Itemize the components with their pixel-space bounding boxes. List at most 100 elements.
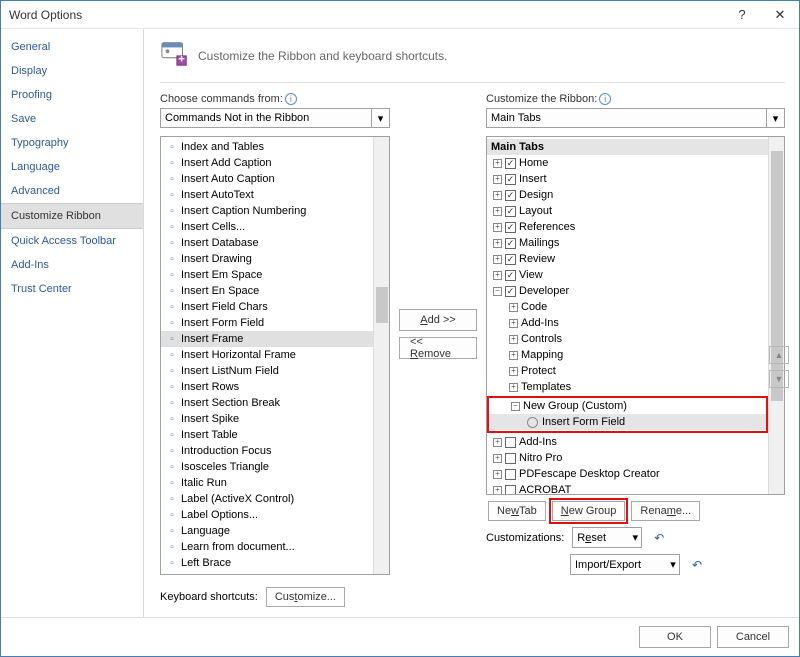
- command-item[interactable]: ▫Insert Auto Caption: [161, 171, 373, 187]
- sidebar-item-customize-ribbon[interactable]: Customize Ribbon: [1, 203, 143, 229]
- sidebar-item-quick-access-toolbar[interactable]: Quick Access Toolbar: [1, 229, 143, 253]
- ribbon-column: Customize the Ribbon:i Main Tabs ▾ Main …: [486, 93, 785, 575]
- remove-button[interactable]: << Remove: [399, 337, 477, 359]
- command-item[interactable]: ▫Isosceles Triangle: [161, 459, 373, 475]
- command-label: Insert ListNum Field: [181, 365, 279, 377]
- undo-icon[interactable]: ↶: [692, 558, 702, 572]
- command-item[interactable]: ▫Insert Field Chars: [161, 299, 373, 315]
- tree-header[interactable]: Main Tabs: [487, 139, 768, 155]
- keyboard-shortcuts-row: Keyboard shortcuts: Customize...: [160, 587, 785, 607]
- command-item[interactable]: ▫Label Options...: [161, 507, 373, 523]
- choose-commands-combo[interactable]: Commands Not in the Ribbon ▾: [160, 108, 390, 128]
- command-icon: ▫: [163, 174, 181, 185]
- command-item[interactable]: ▫Insert En Space: [161, 283, 373, 299]
- tree-tab[interactable]: +PDFescape Desktop Creator: [487, 466, 768, 482]
- command-item[interactable]: ▫Insert Section Break: [161, 395, 373, 411]
- customize-shortcuts-button[interactable]: Customize...: [266, 587, 345, 607]
- new-group-button[interactable]: New Group: [552, 501, 626, 521]
- tree-tab[interactable]: +✓Home: [487, 155, 768, 171]
- command-item[interactable]: ▫Insert AutoText: [161, 187, 373, 203]
- scrollbar[interactable]: [768, 137, 784, 494]
- command-item[interactable]: ▫Index and Tables: [161, 139, 373, 155]
- command-label: Isosceles Triangle: [181, 461, 269, 473]
- tree-group[interactable]: +Controls: [487, 331, 768, 347]
- command-item[interactable]: ▫Insert Rows: [161, 379, 373, 395]
- command-item[interactable]: ▫Insert Cells...: [161, 219, 373, 235]
- command-item[interactable]: ▫Learn from document...: [161, 539, 373, 555]
- command-item[interactable]: ▫Insert Caption Numbering: [161, 203, 373, 219]
- tree-group[interactable]: +Protect: [487, 363, 768, 379]
- command-icon: ▫: [163, 350, 181, 361]
- command-item[interactable]: ▫Language: [161, 523, 373, 539]
- command-item[interactable]: ▫Insert ListNum Field: [161, 363, 373, 379]
- new-tab-button[interactable]: New Tab: [488, 501, 546, 521]
- commands-listbox[interactable]: ▫Index and Tables▫Insert Add Caption▫Ins…: [160, 136, 390, 575]
- command-item[interactable]: ▫Insert Em Space: [161, 267, 373, 283]
- sidebar-item-advanced[interactable]: Advanced: [1, 179, 143, 203]
- add-button[interactable]: Add >>: [399, 309, 477, 331]
- scrollbar[interactable]: [373, 137, 389, 574]
- sidebar-item-add-ins[interactable]: Add-Ins: [1, 253, 143, 277]
- sidebar-item-language[interactable]: Language: [1, 155, 143, 179]
- command-item[interactable]: ▫Insert Form Field: [161, 315, 373, 331]
- command-item[interactable]: ▫Italic Run: [161, 475, 373, 491]
- panel-subtitle: Customize the Ribbon and keyboard shortc…: [198, 49, 447, 63]
- command-item[interactable]: ▫Insert Frame: [161, 331, 373, 347]
- sidebar-item-save[interactable]: Save: [1, 107, 143, 131]
- tree-tab[interactable]: +✓Review: [487, 251, 768, 267]
- move-up-button[interactable]: ▲: [769, 346, 789, 364]
- tree-group[interactable]: +Code: [487, 299, 768, 315]
- transfer-buttons: Add >> << Remove: [398, 93, 478, 575]
- help-button[interactable]: ?: [723, 1, 761, 29]
- tree-group[interactable]: +Mapping: [487, 347, 768, 363]
- info-icon[interactable]: i: [285, 93, 297, 105]
- tree-tab[interactable]: +ACROBAT: [487, 482, 768, 494]
- reset-combo[interactable]: Reset▾: [572, 527, 642, 548]
- command-label: Left Brace: [181, 557, 231, 569]
- tree-tab[interactable]: +✓Insert: [487, 171, 768, 187]
- move-down-button[interactable]: ▼: [769, 370, 789, 388]
- ribbon-tree[interactable]: Main Tabs+✓Home+✓Insert+✓Design+✓Layout+…: [486, 136, 785, 495]
- sidebar-item-proofing[interactable]: Proofing: [1, 83, 143, 107]
- tree-tab[interactable]: +✓Design: [487, 187, 768, 203]
- command-item[interactable]: ▫Label (ActiveX Control): [161, 491, 373, 507]
- tree-tab[interactable]: +✓Layout: [487, 203, 768, 219]
- command-label: Insert Form Field: [181, 317, 264, 329]
- tree-tab[interactable]: +✓References: [487, 219, 768, 235]
- command-icon: ▫: [163, 302, 181, 313]
- command-item[interactable]: ▫Insert Add Caption: [161, 155, 373, 171]
- info-icon[interactable]: i: [599, 93, 611, 105]
- undo-icon[interactable]: ↶: [654, 531, 664, 545]
- command-icon: ▫: [163, 254, 181, 265]
- sidebar-item-trust-center[interactable]: Trust Center: [1, 277, 143, 301]
- chevron-down-icon: ▾: [667, 555, 679, 573]
- tree-tab[interactable]: +✓Mailings: [487, 235, 768, 251]
- tree-tab-developer[interactable]: −✓Developer: [487, 283, 768, 299]
- tree-tab[interactable]: +Add-Ins: [487, 434, 768, 450]
- sidebar-item-general[interactable]: General: [1, 35, 143, 59]
- sidebar-item-typography[interactable]: Typography: [1, 131, 143, 155]
- command-label: Insert Table: [181, 429, 238, 441]
- command-item[interactable]: ▫Introduction Focus: [161, 443, 373, 459]
- tree-custom-group[interactable]: −New Group (Custom): [489, 398, 766, 414]
- command-item[interactable]: ▫Insert Spike: [161, 411, 373, 427]
- command-icon: ▫: [163, 382, 181, 393]
- import-export-combo[interactable]: Import/Export▾: [570, 554, 680, 575]
- tree-custom-item[interactable]: Insert Form Field: [489, 414, 766, 430]
- command-item[interactable]: ▫Insert Table: [161, 427, 373, 443]
- customize-ribbon-combo[interactable]: Main Tabs ▾: [486, 108, 785, 128]
- sidebar-item-display[interactable]: Display: [1, 59, 143, 83]
- command-item[interactable]: ▫Insert Horizontal Frame: [161, 347, 373, 363]
- cancel-button[interactable]: Cancel: [717, 626, 789, 648]
- customize-ribbon-value: Main Tabs: [491, 112, 541, 124]
- tree-group[interactable]: +Templates: [487, 379, 768, 395]
- tree-tab[interactable]: +✓View: [487, 267, 768, 283]
- rename-button[interactable]: Rename...: [631, 501, 700, 521]
- ok-button[interactable]: OK: [639, 626, 711, 648]
- command-item[interactable]: ▫Insert Database: [161, 235, 373, 251]
- close-button[interactable]: ✕: [761, 1, 799, 29]
- command-item[interactable]: ▫Insert Drawing: [161, 251, 373, 267]
- tree-group[interactable]: +Add-Ins: [487, 315, 768, 331]
- command-item[interactable]: ▫Left Brace: [161, 555, 373, 571]
- tree-tab[interactable]: +Nitro Pro: [487, 450, 768, 466]
